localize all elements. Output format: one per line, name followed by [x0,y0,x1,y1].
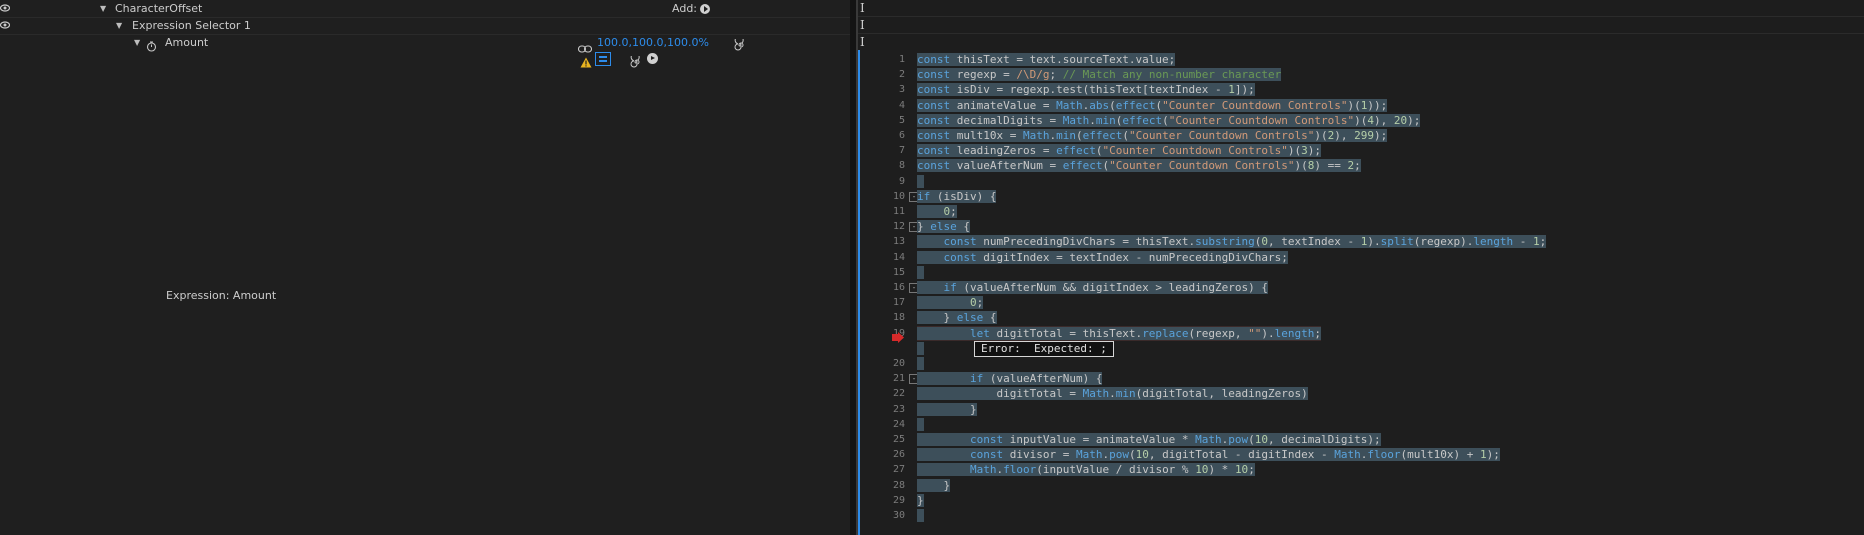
line-number: 22 [892,388,905,400]
property-character-offset: CharacterOffset [115,2,203,15]
line-number: 12 [892,221,905,233]
expression-menu-icon[interactable] [647,53,658,64]
line-number: 18 [892,312,905,324]
line-number: 9 [898,175,905,187]
code-line [917,341,924,356]
code-line: Math.floor(inputValue / divisor % 10) * … [917,462,1255,477]
code-line: } [917,478,951,492]
line-number-gutter: 1234567891011121314151617181920212223242… [860,50,905,535]
expression-toggle-icon[interactable] [595,52,611,66]
code-line: } [917,402,977,416]
line-number: 11 [892,206,905,217]
add-menu-icon[interactable] [700,4,711,14]
line-number: 23 [892,403,905,415]
property-expression-selector: Expression Selector 1 [132,19,251,32]
line-number: 25 [892,434,905,445]
line-number: 29 [892,494,905,506]
code-line: const leadingZeros = effect("Counter Cou… [917,144,1322,158]
code-line [917,265,924,280]
stopwatch-icon[interactable] [146,37,157,56]
code-editor[interactable]: 1234567891011121314151617181920212223242… [860,50,1864,535]
code-line: } else { [917,220,970,234]
time-cursor-icon[interactable]: I [860,1,865,15]
chevron-down-icon[interactable]: ▼ [134,34,140,51]
line-number: 5 [898,114,905,126]
line-number: 15 [892,266,905,278]
line-number: 7 [898,145,905,157]
code-line: if (valueAfterNum && digitIndex > leadin… [917,280,1269,295]
timeline-track-row: I [858,0,1864,17]
pick-whip-icon[interactable] [630,52,642,72]
line-number: 24 [892,418,905,430]
code-line [917,356,924,371]
line-number [865,341,905,356]
timeline-track-row: I [858,34,1864,51]
code-line: const thisText = text.sourceText.value; [917,53,1176,66]
amount-value[interactable]: 100.0,100.0,100.0% [597,34,709,51]
code-line: } [917,493,924,507]
expression-label: Expression: Amount [166,289,277,302]
eye-icon[interactable] [0,4,10,14]
code-line: } else { [917,311,997,325]
line-number: 17 [892,297,905,309]
error-marker-icon[interactable] [892,328,904,343]
code-line: let digitTotal = thisText.replace(regexp… [917,325,1322,341]
line-number: 10 [892,190,905,202]
line-number: 6 [898,130,905,141]
code-line: const regexp = /\D/g; // Match any non-n… [917,68,1282,82]
code-line: 0; [917,204,957,219]
row-divider [0,34,850,35]
code-line: digitTotal = Math.min(digitTotal, leadin… [917,387,1308,401]
chevron-down-icon[interactable]: ▼ [100,0,106,17]
code-line: const mult10x = Math.min(effect("Counter… [917,129,1388,142]
chevron-down-icon[interactable]: ▼ [116,17,122,34]
property-amount: Amount [165,36,209,49]
add-text: Add: [672,2,698,15]
line-number: 13 [892,236,905,248]
code-line [917,417,924,432]
code-line: const digitIndex = textIndex - numPreced… [917,250,1288,265]
code-line: const inputValue = animateValue * Math.p… [917,432,1381,447]
line-number: 2 [898,69,905,81]
code-line: const numPrecedingDivChars = thisText.su… [917,234,1547,249]
line-number: 20 [892,358,905,369]
time-cursor-icon[interactable]: I [860,35,865,49]
code-line: const divisor = Math.pow(10, digitTotal … [917,447,1500,462]
code-area[interactable]: const thisText = text.sourceText.value; c… [917,50,1864,535]
add-label: Add: [672,0,711,17]
code-line: if (valueAfterNum) { [917,371,1103,386]
line-number: 21 [892,373,905,385]
line-number: 8 [898,160,905,172]
line-number: 30 [892,510,905,521]
line-number: 27 [892,464,905,476]
code-line: const isDiv = regexp.test(thisText[textI… [917,83,1255,97]
eye-icon[interactable] [0,21,10,31]
timeline-panel: ▼ CharacterOffset Add: ▼ Expression Sele… [0,0,850,535]
warning-icon[interactable] [580,53,592,72]
code-line [917,174,924,189]
line-number: 3 [898,84,905,96]
time-cursor-icon[interactable]: I [860,18,865,32]
code-line: const animateValue = Math.abs(effect("Co… [917,98,1388,112]
spiral-icon[interactable] [734,35,746,55]
line-number: 1 [898,54,905,65]
line-number: 26 [892,449,905,461]
line-number: 4 [898,99,905,111]
line-number: 16 [892,282,905,293]
code-line: const valueAfterNum = effect("Counter Co… [917,159,1361,173]
code-line: if (isDiv) { [917,189,997,203]
line-number: 28 [892,479,905,491]
error-tooltip: Error: Expected: ; [974,340,1114,357]
code-line [917,508,924,523]
line-number: 14 [892,251,905,263]
row-divider [0,17,850,18]
code-line: 0; [917,295,984,310]
timeline-track-row: I [858,17,1864,34]
code-line: const decimalDigits = Math.min(effect("C… [917,113,1421,127]
